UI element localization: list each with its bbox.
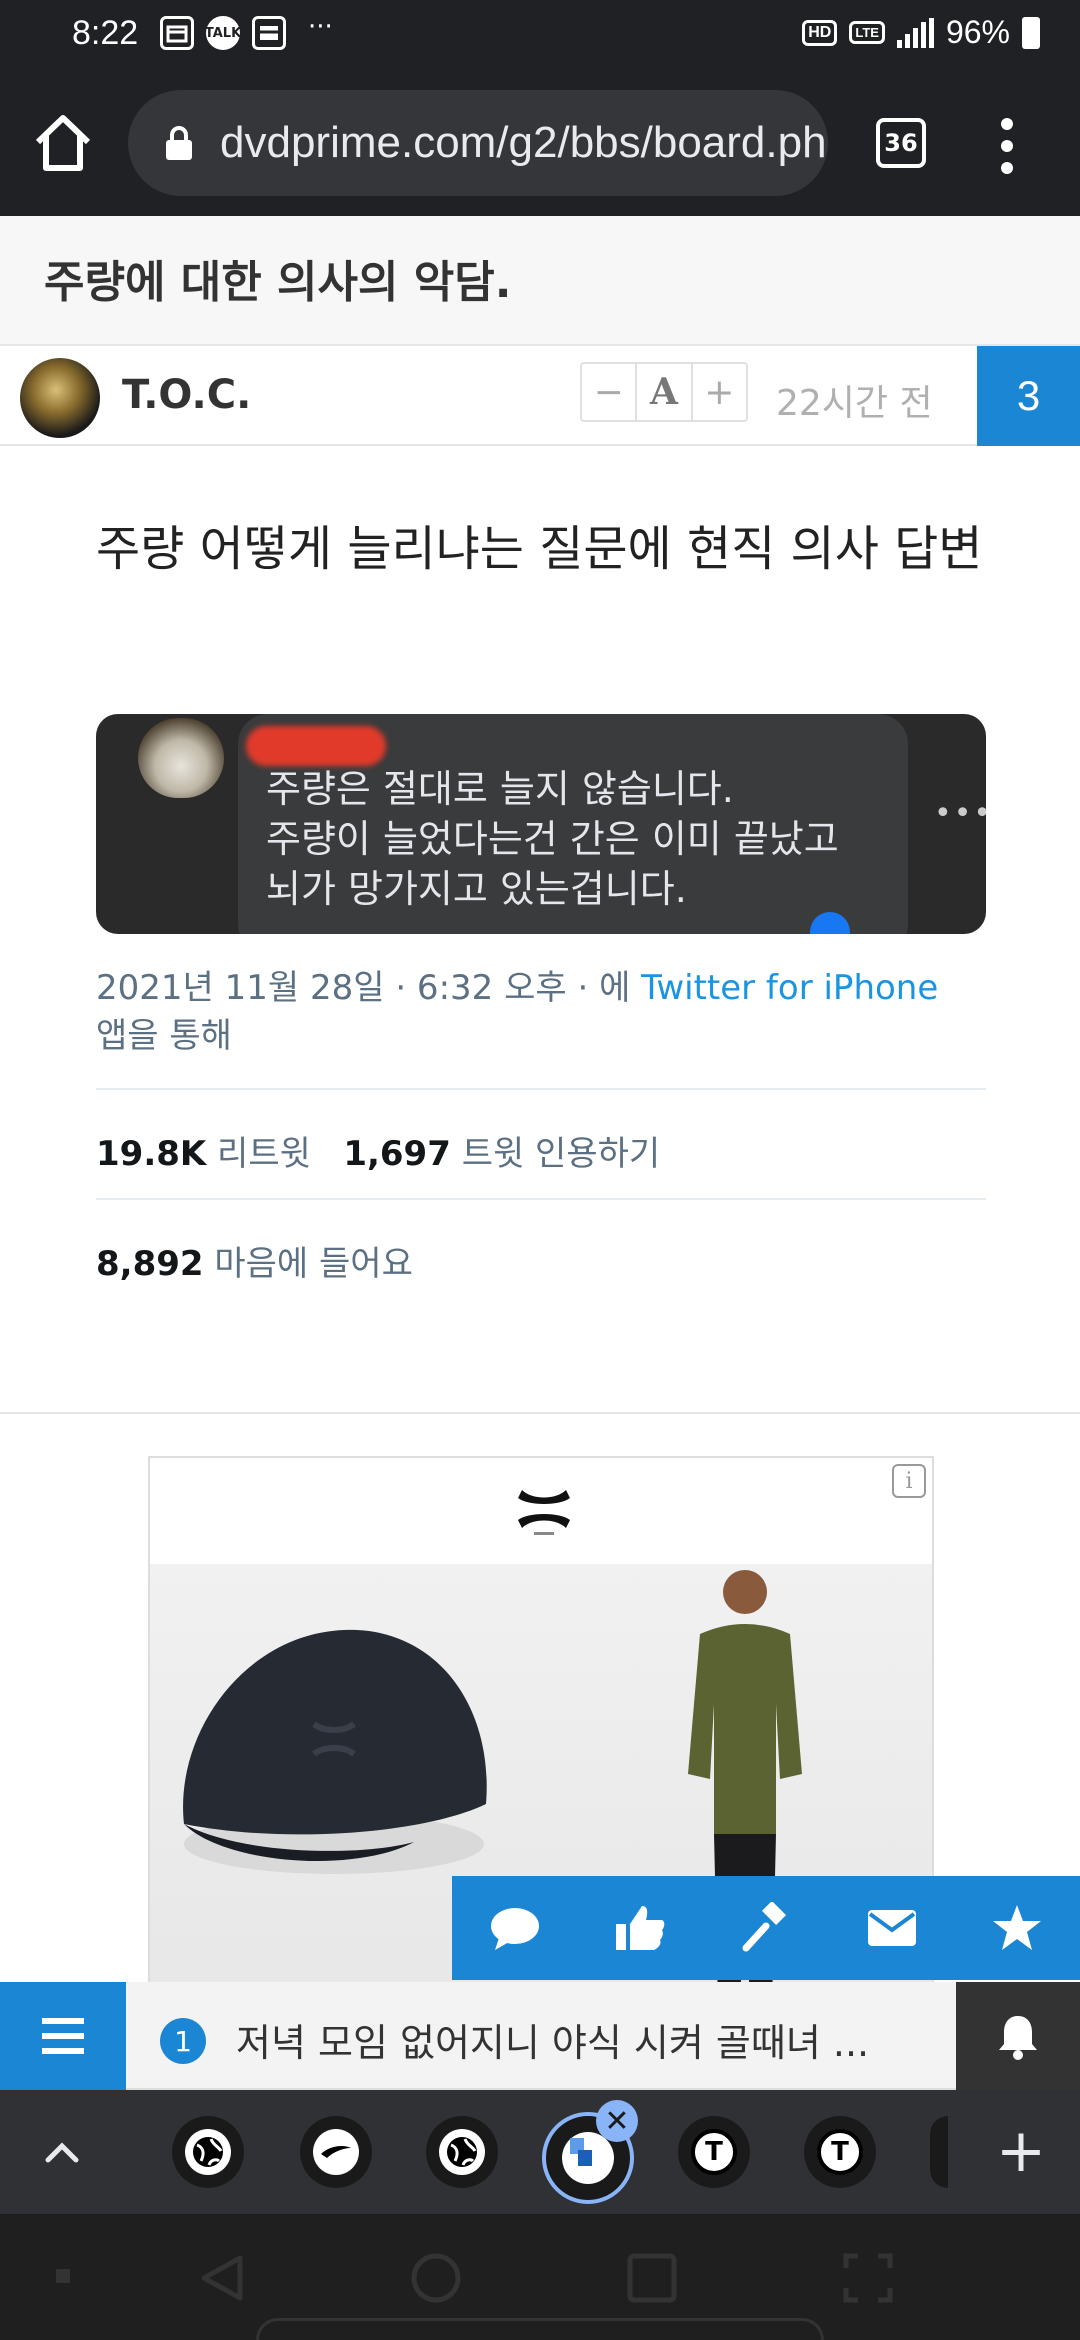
tab-partial[interactable]	[930, 2116, 948, 2188]
tab-t[interactable]: T	[678, 2116, 750, 2188]
back-icon[interactable]	[196, 2252, 248, 2308]
system-navigation-bar	[0, 2214, 1080, 2340]
redacted-name	[246, 726, 386, 766]
more-options-icon: •••	[934, 796, 986, 831]
likes-count: 8,892	[96, 1244, 204, 1284]
divider	[96, 1088, 986, 1090]
comment-icon[interactable]	[475, 1888, 555, 1968]
font-decrease-button[interactable]: −	[582, 364, 638, 420]
under-armour-logo	[504, 1484, 584, 1544]
comment-line: 주량이 늘었다는건 간은 이미 끝났고	[266, 817, 839, 861]
dvdprime-icon	[562, 2132, 614, 2184]
url-text: dvdprime.com/g2/bbs/board.php	[220, 118, 828, 167]
comment-line: 뇌가 망가지고 있는겁니다.	[266, 867, 687, 911]
globe-icon	[185, 2129, 231, 2175]
lte-badge: LTE	[849, 21, 885, 44]
tab-strip: ✕ T T +	[0, 2090, 1080, 2214]
font-size-control: − A +	[580, 362, 748, 422]
thumbs-up-icon[interactable]	[600, 1888, 680, 1968]
font-reset-button[interactable]: A	[637, 364, 693, 420]
hamburger-menu-icon[interactable]	[0, 1982, 126, 2090]
quotes-label: 트윗 인용하기	[461, 1134, 661, 1174]
overflow-menu-icon[interactable]	[990, 118, 1024, 174]
author-row: T.O.C. − A + 22시간 전 3	[0, 346, 1080, 446]
chevron-up-icon[interactable]	[30, 2120, 94, 2184]
star-icon[interactable]	[977, 1888, 1057, 1968]
status-bar: 8:22 TALK ··· HD LTE 96%	[0, 0, 1080, 72]
ad-info-icon[interactable]: i	[892, 1464, 926, 1498]
tab-reebok[interactable]	[300, 2116, 372, 2188]
tweet-stats-row: 19.8K 리트윗 1,697 트윗 인용하기	[96, 1126, 660, 1175]
likes-row: 8,892 마음에 들어요	[96, 1236, 413, 1285]
clock: 8:22	[72, 14, 139, 52]
t-icon: T	[817, 2129, 863, 2175]
tweet-date: 2021년 11월 28일 · 6:32 오후 · 에	[96, 968, 642, 1008]
tab-switcher-button[interactable]: 36	[876, 118, 926, 168]
tweet-source-suffix: 앱을 통해	[96, 1016, 232, 1056]
globe-icon	[439, 2129, 485, 2175]
battery-percent: 96%	[945, 14, 1010, 50]
t-icon: T	[691, 2129, 737, 2175]
tweet-screenshot-image: 주량은 절대로 늘지 않습니다. 주량이 늘었다는건 간은 이미 끝났고 뇌가 …	[96, 714, 986, 934]
likes-label: 마음에 들어요	[214, 1244, 413, 1284]
more-notifications: ···	[308, 12, 333, 42]
latest-post-ticker: 1 저녁 모임 없어지니 야식 시켜 골때녀 ...	[0, 1982, 1080, 2090]
hd-voice-badge: HD	[802, 19, 838, 46]
gesture-handle	[256, 2318, 824, 2340]
divider	[96, 1198, 986, 1200]
tab-globe[interactable]	[172, 2116, 244, 2188]
article-body: 주량 어떻게 늘리냐는 질문에 현직 의사 답변 주량은 절대로 늘지 않습니다…	[96, 516, 996, 1284]
ticker-text[interactable]: 저녁 모임 없어지니 야식 시켜 골때녀 ...	[236, 2012, 936, 2067]
web-page: 주량에 대한 의사의 악담. T.O.C. − A + 22시간 전 3 주량 …	[0, 216, 1080, 1986]
recents-icon[interactable]	[626, 2252, 678, 2308]
tab-t[interactable]: T	[804, 2116, 876, 2188]
mail-icon[interactable]	[852, 1888, 932, 1968]
post-time: 22시간 전	[776, 383, 933, 424]
calendar-icon	[160, 16, 194, 50]
browser-toolbar: dvdprime.com/g2/bbs/board.php 36	[0, 72, 1080, 216]
bell-icon[interactable]	[956, 1982, 1080, 2090]
post-title: 주량에 대한 의사의 악담.	[44, 257, 512, 308]
commenter-avatar	[138, 718, 224, 798]
kakaotalk-icon: TALK	[205, 16, 241, 50]
comment-line: 주량은 절대로 늘지 않습니다.	[266, 767, 734, 811]
quotes-count: 1,697	[343, 1134, 451, 1174]
divider	[0, 1412, 1080, 1414]
post-title-bar: 주량에 대한 의사의 악담.	[0, 216, 1080, 346]
reebok-icon	[313, 2129, 359, 2175]
tweet-source-link[interactable]: Twitter for iPhone	[641, 968, 938, 1008]
message-icon	[252, 16, 286, 50]
address-bar[interactable]: dvdprime.com/g2/bbs/board.php	[128, 90, 828, 196]
article-headline: 주량 어떻게 늘리냐는 질문에 현직 의사 답변	[96, 521, 983, 577]
close-tab-icon[interactable]: ✕	[596, 2100, 638, 2142]
retweets-count: 19.8K	[96, 1134, 207, 1174]
cap-image	[183, 1629, 487, 1874]
tweet-meta: 2021년 11월 28일 · 6:32 오후 · 에 Twitter for …	[96, 964, 976, 1060]
gavel-icon[interactable]	[726, 1888, 806, 1968]
ticker-item[interactable]: 1 저녁 모임 없어지니 야식 시켜 골때녀 ...	[126, 1982, 956, 2090]
lock-icon	[164, 126, 194, 160]
retweets-label: 리트윗	[217, 1134, 311, 1174]
comment-count-button[interactable]: 3	[977, 346, 1080, 446]
ticker-number: 1	[160, 2018, 206, 2064]
tab-globe[interactable]	[426, 2116, 498, 2188]
signal-icon	[896, 17, 934, 48]
font-increase-button[interactable]: +	[693, 364, 746, 420]
author-name[interactable]: T.O.C.	[122, 372, 251, 418]
avatar[interactable]	[20, 358, 100, 438]
comment-text: 주량은 절대로 늘지 않습니다. 주량이 늘었다는건 간은 이미 끝났고 뇌가 …	[266, 764, 839, 914]
notification-icons: TALK	[160, 16, 286, 50]
home-icon[interactable]	[30, 110, 96, 176]
home-circle-icon[interactable]	[410, 2252, 462, 2308]
post-action-bar	[452, 1876, 1080, 1980]
fullscreen-icon[interactable]	[842, 2252, 894, 2308]
new-tab-button[interactable]: +	[986, 2116, 1056, 2186]
battery-icon	[1022, 16, 1040, 49]
system-status: HD LTE 96%	[802, 14, 1040, 51]
dot-icon	[56, 2268, 70, 2287]
